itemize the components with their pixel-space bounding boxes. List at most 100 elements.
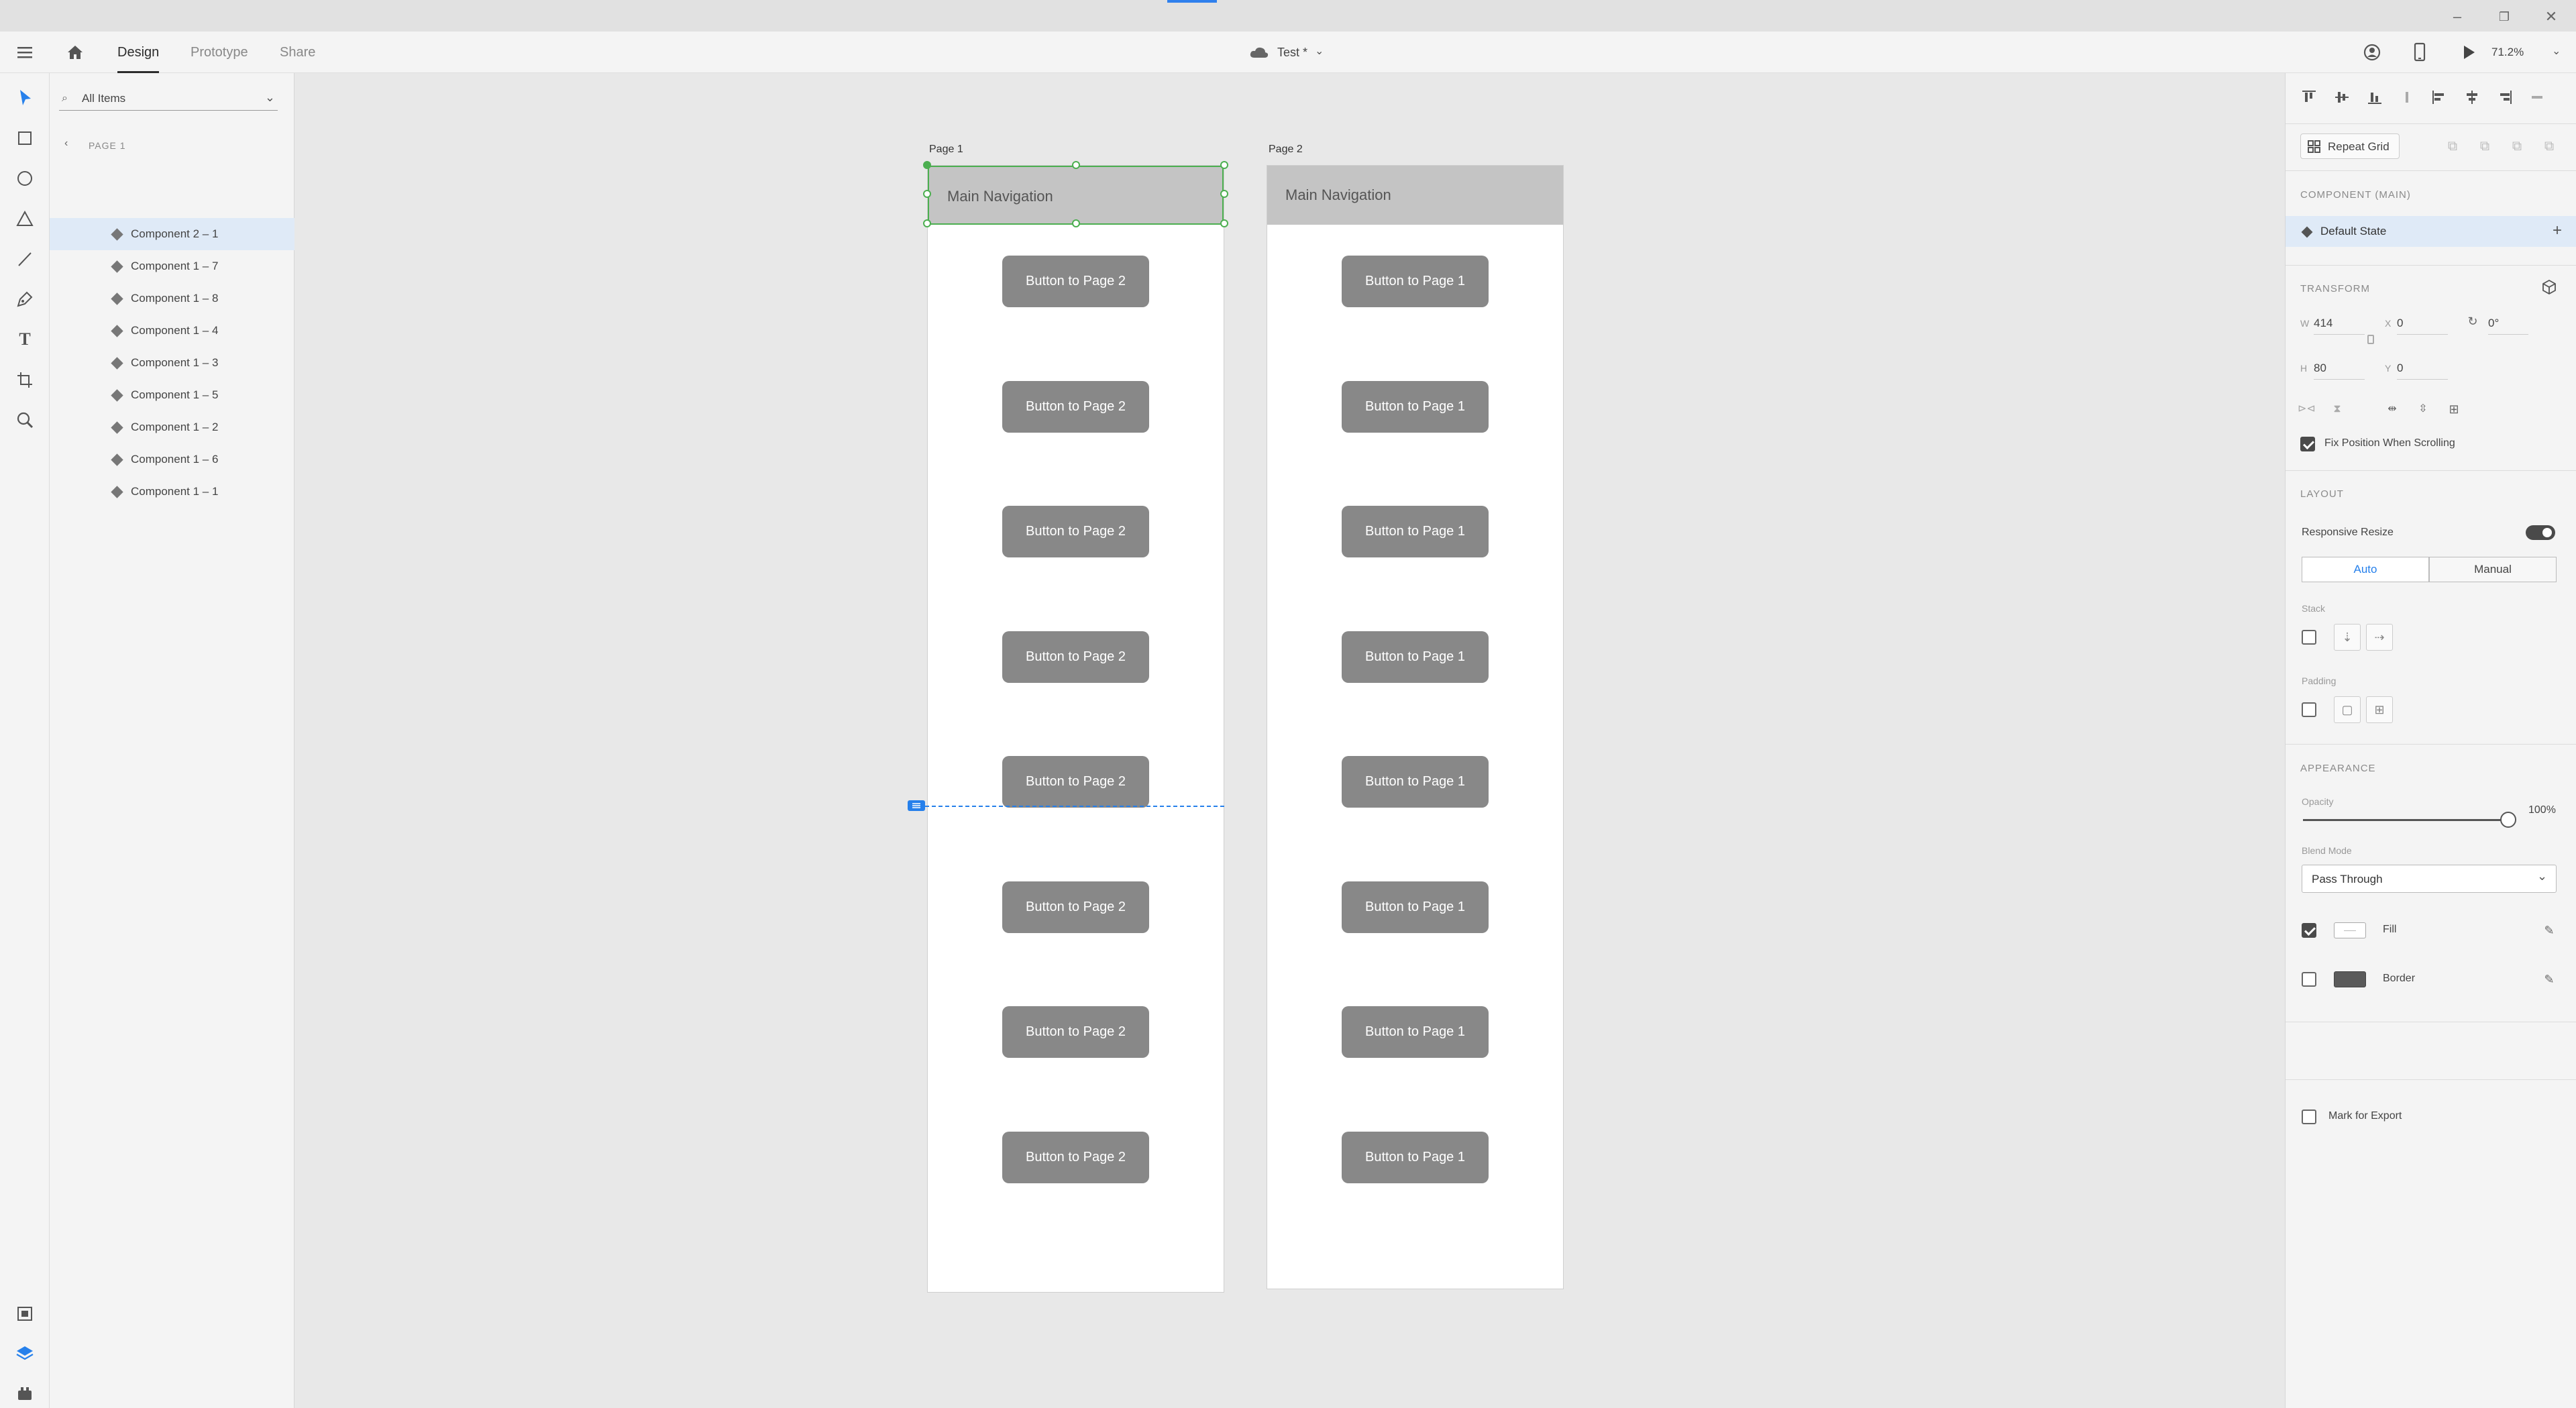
opacity-slider-track[interactable]	[2303, 819, 2511, 821]
artboard-button[interactable]: Button to Page 1	[1342, 631, 1489, 683]
align-center-icon[interactable]	[2463, 89, 2481, 106]
artboard-button[interactable]: Button to Page 1	[1342, 256, 1489, 307]
artboard-page-2[interactable]: Main Navigation Button to Page 1 Button t…	[1267, 165, 1564, 1289]
padding-checkbox[interactable]	[2302, 702, 2316, 717]
device-preview-icon[interactable]	[2412, 42, 2427, 62]
opacity-slider-thumb[interactable]	[2500, 812, 2516, 828]
line-icon[interactable]	[13, 248, 36, 270]
user-icon[interactable]	[2363, 43, 2381, 62]
zoom-level[interactable]: 71.2%	[2491, 32, 2524, 73]
fix-width-icon[interactable]: ⇹	[2383, 400, 2401, 418]
x-field[interactable]: 0	[2397, 317, 2448, 335]
fill-checkbox[interactable]	[2302, 923, 2316, 938]
flip-vertical-icon[interactable]: ⧗	[2328, 400, 2346, 418]
ellipse-icon[interactable]	[13, 167, 36, 190]
border-swatch[interactable]	[2334, 971, 2366, 987]
main-navigation[interactable]: Main Navigation	[1267, 166, 1563, 225]
resize-handle[interactable]	[1220, 161, 1228, 169]
artboard-button[interactable]: Button to Page 2	[1002, 506, 1149, 557]
artboard-button[interactable]: Button to Page 1	[1342, 756, 1489, 808]
main-navigation[interactable]: Main Navigation	[928, 166, 1224, 225]
layers-search-input[interactable]: ⌕ All Items ⌄	[59, 87, 278, 111]
artboard-button[interactable]: Button to Page 1	[1342, 1006, 1489, 1058]
back-chevron-icon[interactable]: ‹	[64, 138, 68, 150]
scroll-guide-handle[interactable]	[908, 800, 925, 811]
align-top-icon[interactable]	[2300, 89, 2318, 106]
repeat-grid-button[interactable]: Repeat Grid	[2300, 133, 2400, 159]
artboard-icon[interactable]	[13, 368, 36, 391]
align-left-icon[interactable]	[2430, 89, 2448, 106]
rotate-icon[interactable]: ↻	[2464, 313, 2481, 330]
resize-handle[interactable]	[1072, 219, 1080, 227]
default-state-row[interactable]: Default State +	[2286, 216, 2576, 247]
fill-swatch[interactable]	[2334, 922, 2366, 938]
minimize-icon[interactable]: –	[2447, 7, 2467, 27]
home-icon[interactable]	[66, 43, 85, 62]
artboard-button[interactable]: Button to Page 2	[1002, 631, 1149, 683]
distribute-vertical-icon[interactable]	[2398, 89, 2416, 106]
artboard-button[interactable]: Button to Page 2	[1002, 1131, 1149, 1183]
align-bottom-icon[interactable]	[2366, 89, 2383, 106]
artboard-button[interactable]: Button to Page 1	[1342, 380, 1489, 433]
layers-icon[interactable]	[13, 1342, 36, 1365]
add-state-icon[interactable]: +	[2553, 221, 2562, 240]
stack-vertical-icon[interactable]: ⇣	[2334, 624, 2361, 651]
boolean-exclude-icon[interactable]: ⧉	[2540, 138, 2558, 155]
artboard-button[interactable]: Button to Page 2	[1002, 881, 1149, 933]
artboard-button[interactable]: Button to Page 2	[1002, 256, 1149, 307]
play-icon[interactable]	[2461, 44, 2477, 61]
artboard-button[interactable]: Button to Page 2	[1002, 1006, 1149, 1058]
align-middle-icon[interactable]	[2333, 89, 2351, 106]
y-field[interactable]: 0	[2397, 362, 2448, 380]
filter-chevron-icon[interactable]: ⌄	[265, 85, 275, 109]
artboard-page-1[interactable]: Main Navigation Button to Page 2 Button t…	[927, 165, 1224, 1293]
layout-manual-button[interactable]: Manual	[2429, 557, 2557, 582]
boolean-add-icon[interactable]: ⧉	[2444, 138, 2461, 155]
boolean-intersect-icon[interactable]: ⧉	[2508, 138, 2526, 155]
fix-height-icon[interactable]: ⇳	[2414, 400, 2432, 418]
opacity-value[interactable]: 100%	[2528, 804, 2556, 816]
artboard-button[interactable]: Button to Page 2	[1002, 380, 1149, 433]
hamburger-menu-icon[interactable]	[16, 44, 34, 61]
mark-export-checkbox[interactable]	[2302, 1109, 2316, 1124]
document-title[interactable]: Test *	[1277, 32, 1307, 73]
resize-handle[interactable]	[1220, 219, 1228, 227]
tab-share[interactable]: Share	[280, 32, 315, 73]
distribute-horizontal-icon[interactable]	[2528, 89, 2546, 106]
3d-transform-icon[interactable]	[2540, 278, 2558, 296]
select-arrow-icon[interactable]	[13, 87, 36, 109]
restore-icon[interactable]: ❐	[2494, 7, 2514, 27]
fix-position-checkbox[interactable]	[2300, 437, 2315, 451]
text-icon[interactable]: T	[13, 328, 36, 351]
width-field[interactable]: 414	[2314, 317, 2365, 335]
pen-icon[interactable]	[13, 288, 36, 311]
plugins-icon[interactable]	[13, 1383, 36, 1405]
resize-handle[interactable]	[1220, 190, 1228, 198]
artboard-button[interactable]: Button to Page 1	[1342, 881, 1489, 933]
close-icon[interactable]: ✕	[2541, 7, 2561, 27]
assets-icon[interactable]	[13, 1302, 36, 1325]
rectangle-icon[interactable]	[13, 127, 36, 150]
canvas[interactable]: Page 1 Main Navigation Button to Page 2 B…	[294, 73, 2285, 1408]
border-eyedropper-icon[interactable]: ✎	[2540, 971, 2558, 988]
resize-handle[interactable]	[923, 190, 931, 198]
resize-handle[interactable]	[923, 161, 931, 169]
height-field[interactable]: 80	[2314, 362, 2365, 380]
padding-individual-icon[interactable]: ⊞	[2366, 696, 2393, 723]
resize-handle[interactable]	[923, 219, 931, 227]
padding-uniform-icon[interactable]: ▢	[2334, 696, 2361, 723]
chevron-down-icon[interactable]: ⌄	[1315, 44, 1324, 58]
flip-horizontal-icon[interactable]: ⊳⊲	[2298, 400, 2316, 418]
resize-handle[interactable]	[1072, 161, 1080, 169]
rotation-field[interactable]: 0°	[2488, 317, 2528, 335]
artboard-button[interactable]: Button to Page 1	[1342, 1131, 1489, 1183]
polygon-icon[interactable]	[13, 207, 36, 230]
zoom-chevron-icon[interactable]: ⌄	[2552, 44, 2561, 58]
blend-mode-dropdown[interactable]: Pass Through ⌄	[2302, 865, 2557, 893]
boolean-subtract-icon[interactable]: ⧉	[2476, 138, 2493, 155]
responsive-resize-toggle[interactable]	[2526, 525, 2555, 540]
zoom-icon[interactable]	[13, 409, 36, 431]
layout-auto-button[interactable]: Auto	[2302, 557, 2429, 582]
fill-eyedropper-icon[interactable]: ✎	[2540, 922, 2558, 939]
tab-prototype[interactable]: Prototype	[191, 32, 248, 73]
